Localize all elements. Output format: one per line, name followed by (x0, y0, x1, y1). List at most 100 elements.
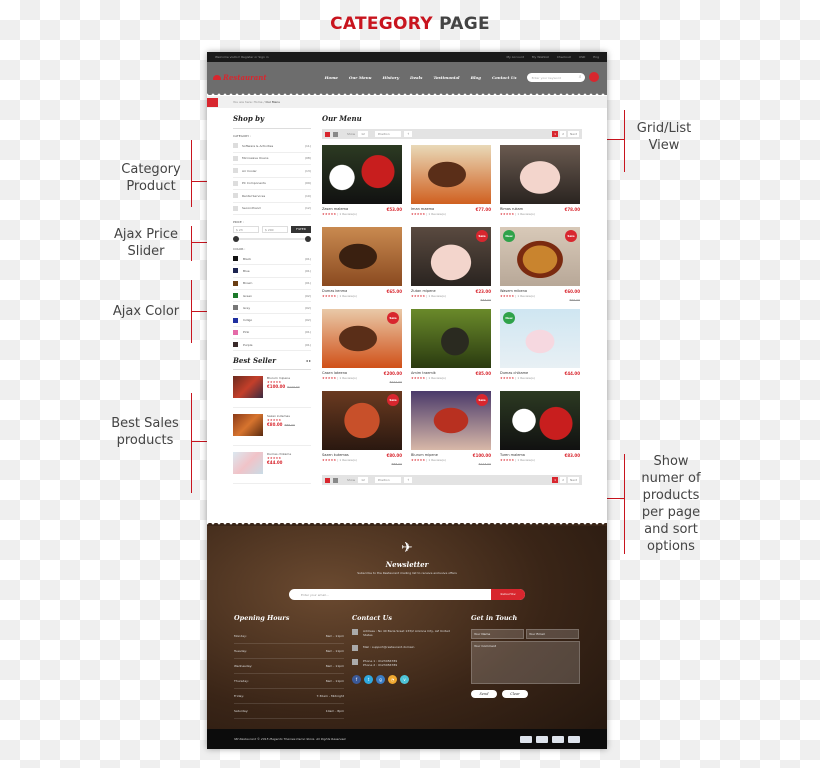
checkbox[interactable] (233, 143, 238, 149)
grid-view-icon[interactable] (325, 477, 330, 483)
category-item[interactable]: Secondhand (12) (233, 203, 311, 215)
list-view-icon[interactable] (333, 477, 338, 483)
product-image[interactable] (322, 145, 402, 204)
sort-direction-button[interactable]: ↑ (403, 477, 413, 483)
color-swatch[interactable] (233, 256, 238, 262)
email-input[interactable]: Your Email (526, 629, 579, 639)
reviews-link[interactable]: 1 Review(s) (428, 294, 445, 298)
nav-our-menu[interactable]: Our Menu (349, 75, 372, 80)
clear-button[interactable]: Clear (502, 690, 528, 698)
product-card[interactable]: Sale New Wasem mibena €60.00 ★★★★★ | 1 Revie… (500, 227, 580, 309)
product-image[interactable]: New (500, 309, 580, 368)
reviews-link[interactable]: 1 Review(s) (428, 376, 445, 380)
product-card[interactable]: Zasen malema €53.00 ★★★★★ | 1 Review(s) (322, 145, 402, 227)
product-image[interactable] (233, 414, 263, 437)
nav-home[interactable]: Home (325, 75, 338, 80)
price-max-input[interactable]: $ 200 (262, 226, 288, 233)
next-page[interactable]: Next (568, 477, 579, 483)
bestseller-item[interactable]: Blurum mipene ★★★★★ €100.00 €123.00 (233, 370, 311, 409)
product-image[interactable] (500, 145, 580, 204)
color-item[interactable]: Grey (02) (233, 302, 311, 315)
page-2[interactable]: 2 (560, 131, 566, 137)
list-view-icon[interactable] (333, 131, 338, 137)
sort-select[interactable]: Position (374, 477, 401, 483)
product-image[interactable]: Sale (411, 391, 491, 450)
send-button[interactable]: Send (471, 690, 497, 698)
color-item[interactable]: Brown (01) (233, 278, 311, 290)
product-image[interactable] (411, 145, 491, 204)
reviews-link[interactable]: 1 Review(s) (428, 458, 445, 462)
color-swatch[interactable] (233, 342, 238, 348)
checkbox[interactable] (233, 168, 238, 174)
price-slider[interactable] (233, 235, 311, 243)
product-image[interactable]: Sale (322, 309, 402, 368)
category-item[interactable]: PC Components (09) (233, 178, 311, 190)
product-image[interactable]: Sale New (500, 227, 580, 286)
page-1[interactable]: 1 (552, 477, 559, 483)
product-card[interactable]: Sale Zutan mipene €23.00 ★★★★★ | 1 Review(s… (411, 227, 491, 309)
name-input[interactable]: Your Name (471, 629, 524, 639)
reviews-link[interactable]: 1 Review(s) (339, 376, 356, 380)
product-image[interactable]: Sale (411, 227, 491, 286)
category-item[interactable]: Rental Services (10) (233, 190, 311, 203)
newsletter-email-input[interactable]: Enter your email... (289, 593, 491, 597)
per-page-select[interactable]: 12 (358, 477, 368, 483)
product-image[interactable] (500, 391, 580, 450)
product-card[interactable]: Rimas rukam €78.00 ★★★★★ | 1 Review(s) (500, 145, 580, 227)
color-swatch[interactable] (233, 317, 238, 323)
google-plus-icon[interactable]: g (376, 675, 385, 684)
product-image[interactable] (322, 227, 402, 286)
per-page-select[interactable]: 12 (358, 131, 368, 137)
grid-view-icon[interactable] (325, 131, 330, 137)
nav-blog[interactable]: Blog (471, 75, 481, 80)
reviews-link[interactable]: 1 Review(s) (517, 458, 534, 462)
product-card[interactable]: Turen malema €83.00 ★★★★★ | 1 Review(s) (500, 391, 580, 473)
language-select[interactable]: Eng (593, 55, 599, 59)
category-item[interactable]: Software & Activities (11) (233, 140, 311, 153)
sort-direction-button[interactable]: ↑ (403, 131, 413, 137)
color-item[interactable]: Pink (01) (233, 327, 311, 340)
reviews-link[interactable]: 1 Review(s) (517, 294, 534, 298)
reviews-link[interactable]: 1 Review(s) (517, 376, 534, 380)
color-swatch[interactable] (233, 268, 238, 274)
page-1[interactable]: 1 (552, 131, 559, 137)
checkbox[interactable] (233, 193, 238, 199)
next-page[interactable]: Next (568, 131, 579, 137)
checkout-link[interactable]: Checkout (557, 55, 571, 59)
search-input[interactable]: Enter your keyword (526, 72, 585, 82)
color-swatch[interactable] (233, 329, 238, 335)
reviews-link[interactable]: 1 Review(s) (428, 212, 445, 216)
carousel-arrows-icon[interactable]: ◂ ▸ (306, 358, 311, 363)
logo[interactable]: Restaurant (213, 73, 267, 82)
nav-testimonial[interactable]: Testimonial (433, 75, 459, 80)
reviews-link[interactable]: 1 Review(s) (339, 212, 356, 216)
color-item[interactable]: Indigo (02) (233, 314, 311, 327)
checkbox[interactable] (233, 180, 238, 186)
subscribe-button[interactable]: Subscribe (491, 589, 525, 600)
facebook-icon[interactable]: f (352, 675, 361, 684)
price-min-input[interactable]: $ 23 (233, 226, 259, 233)
product-card[interactable]: New Dumas chikame €44.00 ★★★★★ | 1 Review(s… (500, 309, 580, 391)
cart-icon[interactable] (588, 72, 599, 82)
product-card[interactable]: Dumas kenma €65.00 ★★★★★ | 1 Review(s) (322, 227, 402, 309)
product-image[interactable]: Sale (322, 391, 402, 450)
product-card[interactable]: Sale Sazen kutemas €80.00 ★★★★★ | 1 Review(… (322, 391, 402, 473)
vimeo-icon[interactable]: v (400, 675, 409, 684)
wishlist-link[interactable]: My Wishlist (532, 55, 549, 59)
reviews-link[interactable]: 1 Review(s) (339, 294, 356, 298)
twitter-icon[interactable]: t (364, 675, 373, 684)
slider-max-handle[interactable] (305, 236, 311, 242)
color-item[interactable]: Blue (01) (233, 265, 311, 278)
product-card[interactable]: Sale Blurum mipene €100.00 ★★★★★ | 1 Review… (411, 391, 491, 473)
sort-select[interactable]: Position (374, 131, 401, 137)
nav-deals[interactable]: Deals (410, 75, 422, 80)
my-account-link[interactable]: My Account (506, 55, 523, 59)
page-2[interactable]: 2 (560, 477, 566, 483)
color-item[interactable]: Black (01) (233, 253, 311, 266)
color-swatch[interactable] (233, 293, 238, 299)
category-item[interactable]: Air Cooler (13) (233, 165, 311, 178)
checkbox[interactable] (233, 205, 238, 211)
product-card[interactable]: Sale Casen lateena €200.00 ★★★★★ | 1 Review… (322, 309, 402, 391)
product-image[interactable] (233, 376, 263, 399)
product-image[interactable] (233, 452, 263, 475)
